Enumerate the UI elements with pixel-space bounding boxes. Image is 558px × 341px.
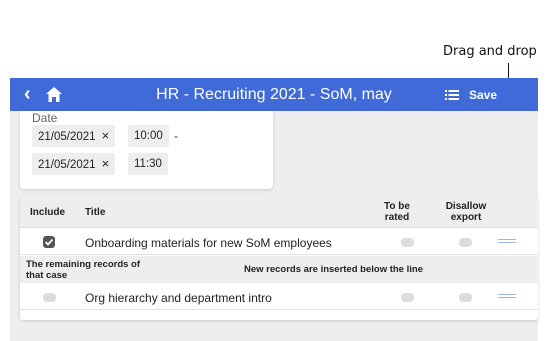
row-title: Onboarding materials for new SoM employe… [85,236,332,250]
start-time-chip[interactable]: 10:00 [128,125,169,147]
header-title: Title [85,207,106,218]
disallow-export-toggle[interactable] [459,293,472,302]
end-date-value: 21/05/2021 [38,159,96,171]
start-time-value: 10:00 [134,130,163,142]
remaining-records-line1: The remaining records of [26,259,141,270]
include-checkbox-unchecked[interactable] [43,293,56,302]
clear-end-date-icon[interactable]: × [102,156,110,171]
row-title: Org hierarchy and department intro [85,291,272,305]
table-header: Include Title To be rated Disallow expor… [20,196,538,228]
header-disallow-export-line2: export [450,212,482,223]
header-disallow-export-line1: Disallow [445,201,487,212]
date-label: Date [32,111,58,125]
remaining-records-label: The remaining records of that case [26,259,140,281]
drag-and-drop-annotation: Drag and drop [443,44,537,59]
screen: Drag and drop ‹ HR - Recruiting 2021 - S… [0,0,558,341]
drag-handle-icon[interactable] [498,239,516,246]
app-window: ‹ HR - Recruiting 2021 - SoM, may Save D… [10,78,538,341]
header-to-be-rated-line2: rated [384,212,410,223]
header-to-be-rated: To be rated [383,201,411,223]
date-card: Date 21/05/2021 × 10:00 - 21/05/2021 × 11:… [20,111,273,189]
remaining-records-line2: that case [26,270,68,281]
to-be-rated-toggle[interactable] [401,293,414,302]
start-date-chip[interactable]: 21/05/2021 × [32,125,116,147]
include-checkbox-checked[interactable] [43,236,55,248]
range-separator: - [174,129,178,143]
insert-below-line-label: New records are inserted below the line [244,264,423,275]
header-to-be-rated-line1: To be [384,201,410,212]
end-date-chip[interactable]: 21/05/2021 × [32,153,116,175]
disallow-export-toggle[interactable] [459,238,472,247]
insert-line-divider: The remaining records of that case New r… [20,256,538,283]
start-date-value: 21/05/2021 [38,131,96,143]
app-bar: ‹ HR - Recruiting 2021 - SoM, may Save [10,78,538,111]
header-include: Include [30,207,66,218]
end-time-chip[interactable]: 11:30 [128,153,168,175]
checkmark-icon [44,238,54,246]
table-row[interactable]: Onboarding materials for new SoM employe… [20,229,538,255]
save-button[interactable]: Save [469,88,497,102]
drag-handle-icon[interactable] [498,294,516,301]
clear-start-date-icon[interactable]: × [102,128,110,143]
header-disallow-export: Disallow export [442,201,490,223]
to-be-rated-toggle[interactable] [401,238,414,247]
records-table: Include Title To be rated Disallow expor… [20,196,538,320]
end-time-value: 11:30 [134,158,162,170]
table-row[interactable]: Org hierarchy and department intro [20,284,538,310]
list-icon[interactable] [445,89,459,101]
